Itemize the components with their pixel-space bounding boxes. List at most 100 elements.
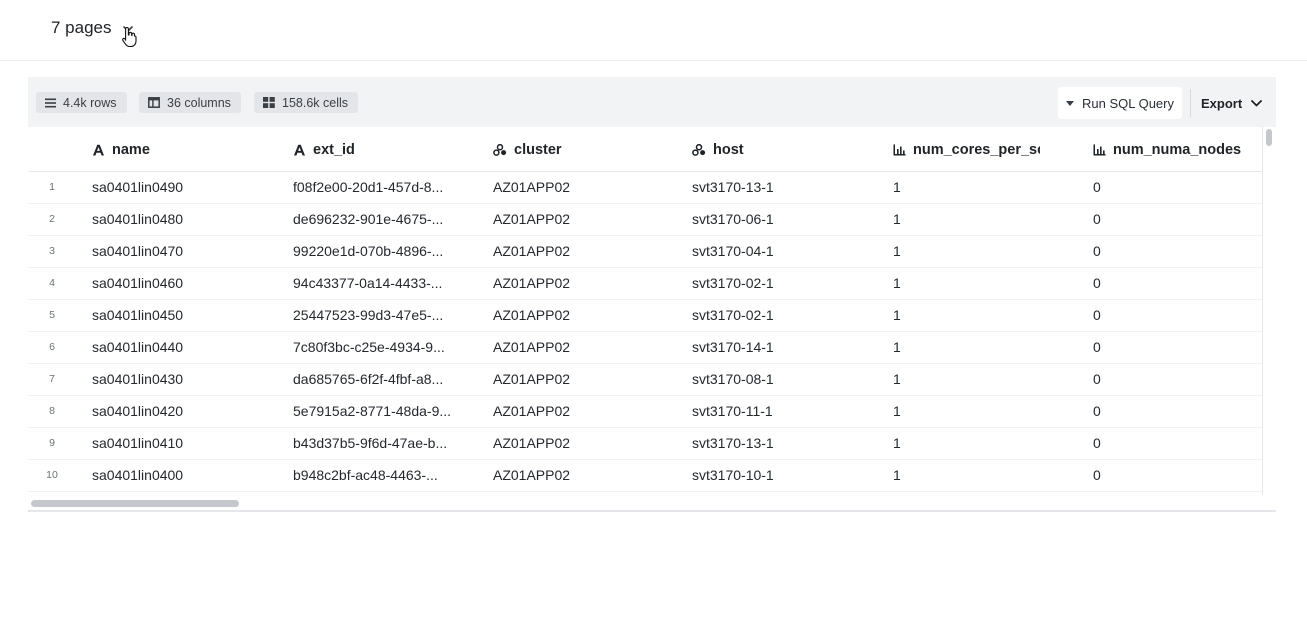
cell-cluster[interactable]: AZ01APP02 (493, 364, 683, 395)
text-type-icon (293, 144, 306, 156)
table-toolbar: 4.4k rows 36 columns 158.6k cells Run SQ… (28, 77, 1276, 127)
cell-cluster[interactable]: AZ01APP02 (493, 332, 683, 363)
cell-num-cores-per-sc[interactable]: 1 (893, 268, 1040, 299)
grid-icon (263, 97, 275, 108)
column-header-num-numa-nodes[interactable]: num_numa_nodes (1093, 141, 1262, 159)
cell-host[interactable]: svt3170-02-1 (692, 300, 882, 331)
cell-host[interactable]: svt3170-14-1 (692, 332, 882, 363)
cell-ext-id[interactable]: da685765-6f2f-4fbf-a8... (293, 364, 463, 395)
cell-num-numa-nodes[interactable]: 0 (1093, 236, 1262, 267)
column-header-label: num_numa_nodes (1113, 142, 1242, 158)
row-index: 4 (49, 277, 55, 289)
cell-cluster[interactable]: AZ01APP02 (493, 204, 683, 235)
table-row[interactable]: 2 sa0401lin0480 de696232-901e-4675-... AZ01… (28, 204, 1262, 236)
cell-num-numa-nodes[interactable]: 0 (1093, 172, 1262, 203)
cell-num-cores-per-sc[interactable]: 1 (893, 428, 1040, 459)
run-sql-query-button[interactable]: Run SQL Query (1058, 87, 1182, 119)
category-type-icon (692, 144, 706, 156)
cell-name[interactable]: sa0401lin0430 (92, 364, 282, 395)
column-header-name[interactable]: name (92, 141, 282, 159)
cell-host[interactable]: svt3170-08-1 (692, 364, 882, 395)
cell-host[interactable]: svt3170-04-1 (692, 236, 882, 267)
cell-name[interactable]: sa0401lin0450 (92, 300, 282, 331)
column-header-host[interactable]: host (692, 141, 882, 159)
cell-cluster[interactable]: AZ01APP02 (493, 268, 683, 299)
table-row[interactable]: 9 sa0401lin0410 b43d37b5-9f6d-47ae-b... AZ0… (28, 428, 1262, 460)
row-index: 10 (46, 469, 58, 481)
table-row[interactable]: 10 sa0401lin0400 b948c2bf-ac48-4463-... AZ0… (28, 460, 1262, 492)
cell-name[interactable]: sa0401lin0490 (92, 172, 282, 203)
cell-ext-id[interactable]: 94c43377-0a14-4433-... (293, 268, 463, 299)
cell-ext-id[interactable]: 5e7915a2-8771-48da-9... (293, 396, 463, 427)
export-button[interactable]: Export (1191, 87, 1269, 119)
column-header-cluster[interactable]: cluster (493, 141, 683, 159)
cell-ext-id[interactable]: f08f2e00-20d1-457d-8... (293, 172, 463, 203)
cell-cluster[interactable]: AZ01APP02 (493, 428, 683, 459)
data-grid: name ext_id cluster host num_cores_per_sc num… (28, 127, 1263, 495)
cell-num-numa-nodes[interactable]: 0 (1093, 332, 1262, 363)
table-row[interactable]: 8 sa0401lin0420 5e7915a2-8771-48da-9... AZ0… (28, 396, 1262, 428)
cell-name[interactable]: sa0401lin0470 (92, 236, 282, 267)
cell-ext-id[interactable]: de696232-901e-4675-... (293, 204, 463, 235)
cell-host[interactable]: svt3170-06-1 (692, 204, 882, 235)
cell-host[interactable]: svt3170-13-1 (692, 172, 882, 203)
vertical-scrollbar[interactable] (1263, 127, 1276, 495)
cell-cluster[interactable]: AZ01APP02 (493, 300, 683, 331)
cell-num-cores-per-sc[interactable]: 1 (893, 332, 1040, 363)
table-row[interactable]: 4 sa0401lin0460 94c43377-0a14-4433-... AZ01… (28, 268, 1262, 300)
cell-num-cores-per-sc[interactable]: 1 (893, 300, 1040, 331)
row-index: 7 (49, 373, 55, 385)
cell-num-numa-nodes[interactable]: 0 (1093, 300, 1262, 331)
cell-host[interactable]: svt3170-11-1 (692, 396, 882, 427)
horizontal-scrollbar-thumb[interactable] (31, 500, 239, 507)
columns-icon (148, 97, 160, 108)
cell-num-cores-per-sc[interactable]: 1 (893, 236, 1040, 267)
column-header-ext-id[interactable]: ext_id (293, 141, 463, 159)
cell-num-cores-per-sc[interactable]: 1 (893, 172, 1040, 203)
cell-num-cores-per-sc[interactable]: 1 (893, 396, 1040, 427)
hand-cursor-icon (121, 26, 139, 48)
cell-num-numa-nodes[interactable]: 0 (1093, 460, 1262, 491)
cell-ext-id[interactable]: 7c80f3bc-c25e-4934-9... (293, 332, 463, 363)
cell-name[interactable]: sa0401lin0410 (92, 428, 282, 459)
row-index: 8 (49, 405, 55, 417)
cell-host[interactable]: svt3170-10-1 (692, 460, 882, 491)
cells-count-badge: 158.6k cells (254, 92, 359, 113)
rows-count-label: 4.4k rows (63, 95, 117, 110)
cell-ext-id[interactable]: 99220e1d-070b-4896-... (293, 236, 463, 267)
cell-num-numa-nodes[interactable]: 0 (1093, 428, 1262, 459)
cell-num-numa-nodes[interactable]: 0 (1093, 204, 1262, 235)
cell-ext-id[interactable]: b948c2bf-ac48-4463-... (293, 460, 463, 491)
cell-num-cores-per-sc[interactable]: 1 (893, 204, 1040, 235)
vertical-scrollbar-thumb[interactable] (1266, 129, 1272, 146)
table-row[interactable]: 1 sa0401lin0490 f08f2e00-20d1-457d-8... AZ0… (28, 172, 1262, 204)
cell-host[interactable]: svt3170-13-1 (692, 428, 882, 459)
cell-num-cores-per-sc[interactable]: 1 (893, 460, 1040, 491)
cell-name[interactable]: sa0401lin0460 (92, 268, 282, 299)
table-row[interactable]: 7 sa0401lin0430 da685765-6f2f-4fbf-a8... AZ… (28, 364, 1262, 396)
cell-num-numa-nodes[interactable]: 0 (1093, 364, 1262, 395)
horizontal-scrollbar[interactable] (28, 495, 1276, 509)
table-row[interactable]: 3 sa0401lin0470 99220e1d-070b-4896-... AZ01… (28, 236, 1262, 268)
cell-ext-id[interactable]: 25447523-99d3-47e5-... (293, 300, 463, 331)
cell-num-numa-nodes[interactable]: 0 (1093, 268, 1262, 299)
cell-cluster[interactable]: AZ01APP02 (493, 396, 683, 427)
row-index: 3 (49, 245, 55, 257)
cell-ext-id[interactable]: b43d37b5-9f6d-47ae-b... (293, 428, 463, 459)
cell-host[interactable]: svt3170-02-1 (692, 268, 882, 299)
chevron-down-icon (1251, 99, 1263, 106)
column-header-num-cores-per-sc[interactable]: num_cores_per_sc (893, 141, 1040, 159)
cell-cluster[interactable]: AZ01APP02 (493, 236, 683, 267)
cell-cluster[interactable]: AZ01APP02 (493, 460, 683, 491)
cell-name[interactable]: sa0401lin0480 (92, 204, 282, 235)
column-header-label: cluster (514, 142, 562, 158)
cell-num-cores-per-sc[interactable]: 1 (893, 364, 1040, 395)
cell-name[interactable]: sa0401lin0440 (92, 332, 282, 363)
pages-title: 7 pages (51, 18, 112, 37)
cell-cluster[interactable]: AZ01APP02 (493, 172, 683, 203)
cell-name[interactable]: sa0401lin0420 (92, 396, 282, 427)
cell-name[interactable]: sa0401lin0400 (92, 460, 282, 491)
cell-num-numa-nodes[interactable]: 0 (1093, 396, 1262, 427)
table-row[interactable]: 5 sa0401lin0450 25447523-99d3-47e5-... AZ01… (28, 300, 1262, 332)
table-row[interactable]: 6 sa0401lin0440 7c80f3bc-c25e-4934-9... AZ0… (28, 332, 1262, 364)
